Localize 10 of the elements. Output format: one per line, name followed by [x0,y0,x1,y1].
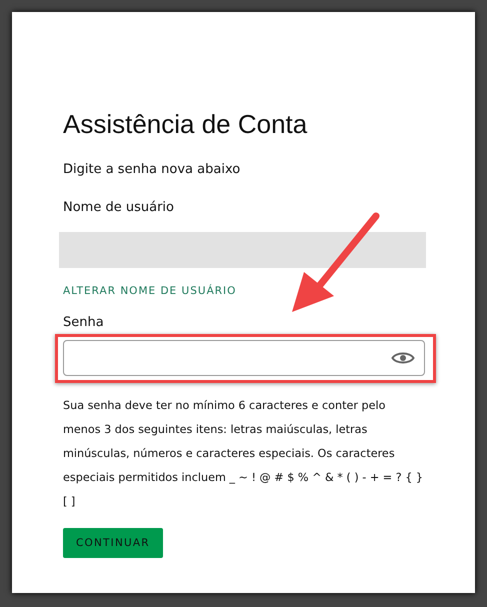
change-username-link[interactable]: ALTERAR NOME DE USUÁRIO [63,285,236,297]
field-label: Nome de usuário [63,200,175,215]
password-rules-text: Sua senha deve ter no mínimo 6 caracteres e conter pelo menos 3 dos seguintes itens: letras maiúsculas, letras minúsculas, números e caracteres especiais. Os caracteres especiais permitidos incluem _ ~ ! @ # $ % ^ & * ( ) - + = ? { } [ ] [63,398,424,510]
page-title: Assistência de Conta [63,109,308,140]
field-label: Senha [63,315,105,330]
continue-button[interactable]: CONTINUAR [63,528,163,558]
password-field[interactable] [63,340,425,376]
username-field[interactable] [59,232,426,268]
eye-icon[interactable] [391,350,415,366]
instruction-text: Digite a senha nova abaixo [63,162,242,177]
